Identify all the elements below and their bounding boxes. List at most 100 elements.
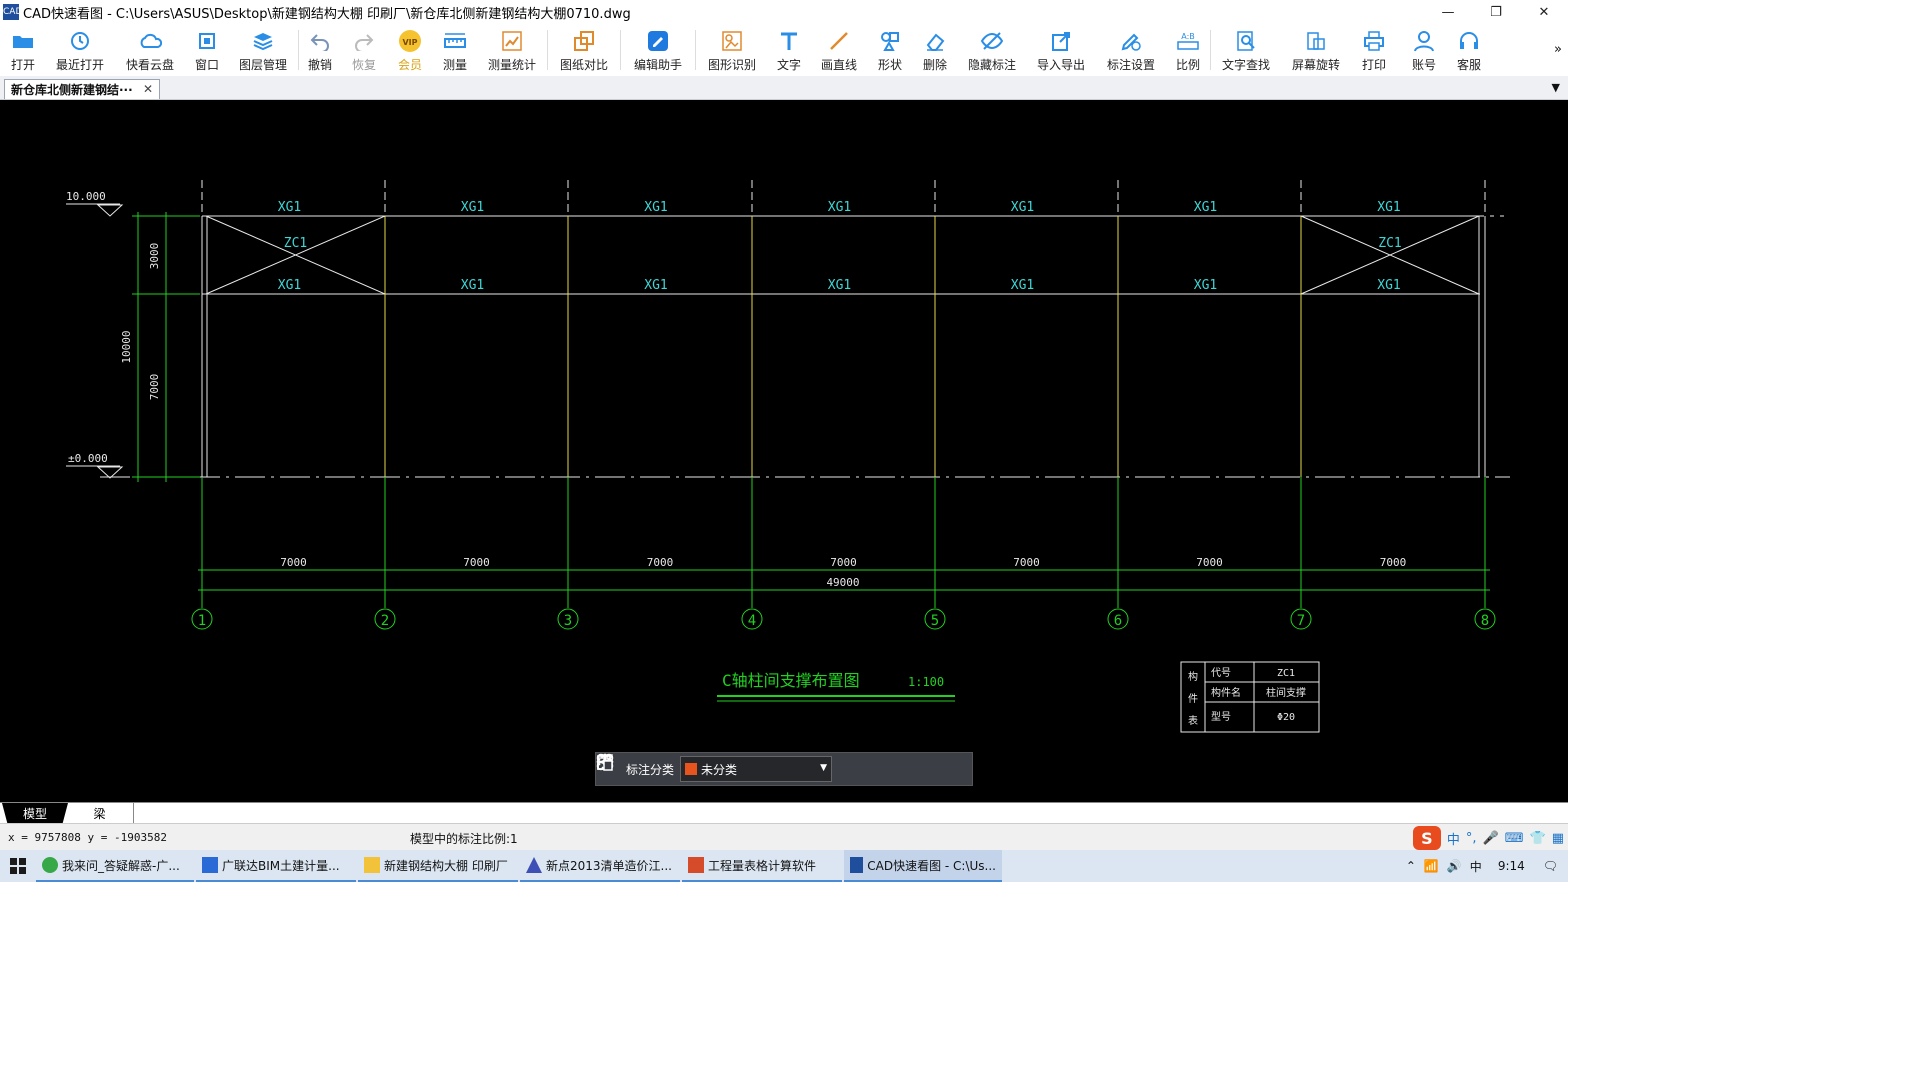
rotate-screen-button[interactable]: 屏幕旋转 xyxy=(1281,24,1351,76)
tray-ime-language[interactable]: 中 xyxy=(1470,858,1482,875)
taskbar-item-browser[interactable]: 我来问_答疑解惑-广... xyxy=(36,850,194,882)
beam-label-mid: XG1 xyxy=(461,278,484,293)
tab-list-dropdown[interactable]: ▼ xyxy=(1552,81,1560,94)
elevation-top-marker xyxy=(96,204,124,217)
network-icon[interactable]: 📶 xyxy=(1424,859,1439,873)
window-button[interactable]: 窗口 xyxy=(186,24,228,76)
taskbar-item-label: CAD快速看图 - C:\Us... xyxy=(867,858,996,873)
paste-icon[interactable] xyxy=(597,752,956,786)
window-icon xyxy=(195,29,219,53)
annotation-category-label: 标注分类 xyxy=(626,762,675,777)
member-table-value: ZC1 xyxy=(1277,668,1295,679)
cloud-button[interactable]: 快看云盘 xyxy=(114,24,186,76)
toolbar-more-button[interactable]: » xyxy=(1554,42,1562,57)
copy-icon[interactable] xyxy=(597,752,925,786)
shape-recognize-button[interactable]: 图形识别 xyxy=(696,24,768,76)
annotation-settings-button[interactable]: 标注设置 xyxy=(1096,24,1166,76)
axis-label: 3 xyxy=(564,613,572,629)
vip-button[interactable]: VIP 会员 xyxy=(387,24,433,76)
glodon-icon xyxy=(202,857,218,873)
bay-dimension: 7000 xyxy=(1013,556,1040,569)
tab-model[interactable]: 模型 xyxy=(2,803,68,823)
text-search-button[interactable]: 文字查找 xyxy=(1211,24,1281,76)
measure-button[interactable]: 测量 xyxy=(433,24,477,76)
app-icon: CAD xyxy=(3,4,22,20)
member-table-value: 柱间支撑 xyxy=(1266,686,1306,699)
delete-button[interactable]: 删除 xyxy=(912,24,958,76)
annotation-settings-icon xyxy=(1119,29,1143,53)
bay-dimension: 7000 xyxy=(463,556,490,569)
sogou-ime-icon[interactable]: S xyxy=(1412,826,1441,850)
annotation-settings-label: 标注设置 xyxy=(1106,58,1155,72)
scale-button[interactable]: A:B 比例 xyxy=(1166,24,1210,76)
taskbar-item-label: 我来问_答疑解惑-广... xyxy=(62,858,180,873)
taskbar-item-label: 新建钢结构大棚 印刷厂 xyxy=(384,858,508,873)
volume-icon[interactable]: 🔊 xyxy=(1447,859,1462,873)
folder-open-icon xyxy=(11,29,35,53)
account-icon xyxy=(1412,29,1436,53)
shapes-label: 形状 xyxy=(877,58,902,72)
taskbar-item-label: 工程量表格计算软件 xyxy=(708,858,817,873)
annotation-scale-info: 模型中的标注比例:1 xyxy=(410,832,518,846)
ime-tools-icon[interactable]: ▦ xyxy=(1552,831,1564,846)
windows-taskbar: 我来问_答疑解惑-广... 广联达BIM土建计量... 新建钢结构大棚 印刷厂 … xyxy=(0,850,1568,882)
draw-line-label: 画直线 xyxy=(820,58,857,72)
member-table-key: 构件名 xyxy=(1211,686,1241,699)
edit-assistant-icon xyxy=(646,29,670,53)
edit-assistant-button[interactable]: 编辑助手 xyxy=(621,24,695,76)
notification-icon[interactable]: 🗨 xyxy=(1543,859,1558,873)
import-export-button[interactable]: 导入导出 xyxy=(1026,24,1096,76)
taskbar-item-cad[interactable]: CAD快速看图 - C:\Us... xyxy=(844,850,1002,882)
account-label: 账号 xyxy=(1411,58,1436,72)
taskbar-item-glodon[interactable]: 广联达BIM土建计量... xyxy=(196,850,356,882)
print-button[interactable]: 打印 xyxy=(1351,24,1397,76)
headset-icon xyxy=(1457,29,1481,53)
open-button[interactable]: 打开 xyxy=(0,24,46,76)
taskbar-item-folder[interactable]: 新建钢结构大棚 印刷厂 xyxy=(358,850,518,882)
annotation-category-select[interactable]: 未分类 ▼ xyxy=(680,756,833,782)
microphone-icon[interactable]: 🎤 xyxy=(1483,831,1499,846)
cloud-icon xyxy=(138,29,162,53)
svg-text:VIP: VIP xyxy=(402,38,417,47)
member-table-side-label: 件 xyxy=(1188,693,1198,705)
compare-button[interactable]: 图纸对比 xyxy=(548,24,620,76)
ime-punctuation-icon[interactable]: °, xyxy=(1466,831,1477,846)
measure-stats-button[interactable]: 测量统计 xyxy=(477,24,547,76)
move-icon[interactable] xyxy=(596,752,894,786)
document-tab-label: 新仓库北侧新建钢结··· xyxy=(11,83,133,97)
chevron-down-icon: ▼ xyxy=(820,763,828,773)
system-clock[interactable]: 9:14 xyxy=(1498,859,1525,873)
windows-start-icon[interactable] xyxy=(0,850,36,882)
taskbar-item-xindian[interactable]: 新点2013清单造价江... xyxy=(520,850,680,882)
redo-button[interactable]: 恢复 xyxy=(341,24,387,76)
text-button[interactable]: 文字 xyxy=(768,24,810,76)
document-tab[interactable]: 新仓库北侧新建钢结··· ✕ xyxy=(4,79,160,99)
drawing-canvas[interactable]: 1 2 3 4 5 6 7 8 ZC1 ZC1 XG1 XG1 7000 XG1 XG1 7000 XG1 XG1… xyxy=(0,100,1568,802)
hide-annotation-button[interactable]: 隐藏标注 xyxy=(958,24,1026,76)
undo-button[interactable]: 撤销 xyxy=(299,24,341,76)
redo-label: 恢复 xyxy=(351,58,376,72)
bay-dimension: 7000 xyxy=(1380,556,1407,569)
minimize-button[interactable]: — xyxy=(1424,0,1472,24)
taskbar-item-quantity[interactable]: 工程量表格计算软件 xyxy=(682,850,842,882)
layer-manager-button[interactable]: 图层管理 xyxy=(228,24,298,76)
chevron-up-icon[interactable]: ⌃ xyxy=(1406,859,1416,873)
skin-icon[interactable]: 👕 xyxy=(1530,831,1546,846)
brace-label: ZC1 xyxy=(1378,236,1401,251)
annotation-toolbar: 标注分类 未分类 ▼ xyxy=(595,752,973,786)
bay-dimension: 7000 xyxy=(280,556,307,569)
recent-button[interactable]: 最近打开 xyxy=(46,24,114,76)
close-button[interactable]: ✕ xyxy=(1520,0,1568,24)
tab-beam[interactable]: 梁 xyxy=(66,803,134,823)
measure-icon xyxy=(443,29,467,53)
draw-line-button[interactable]: 画直线 xyxy=(810,24,868,76)
tab-close-icon[interactable]: ✕ xyxy=(143,82,153,96)
restore-button[interactable]: ❐ xyxy=(1472,0,1520,24)
account-button[interactable]: 账号 xyxy=(1397,24,1451,76)
customer-service-button[interactable]: 客服 xyxy=(1451,24,1487,76)
shapes-button[interactable]: 形状 xyxy=(868,24,912,76)
ime-language[interactable]: 中 xyxy=(1447,829,1460,848)
cursor-coordinates: x = 9757808 y = -1903582 xyxy=(8,831,167,844)
keyboard-icon[interactable]: ⌨ xyxy=(1505,831,1524,846)
edit-annotation-icon[interactable] xyxy=(597,752,863,786)
